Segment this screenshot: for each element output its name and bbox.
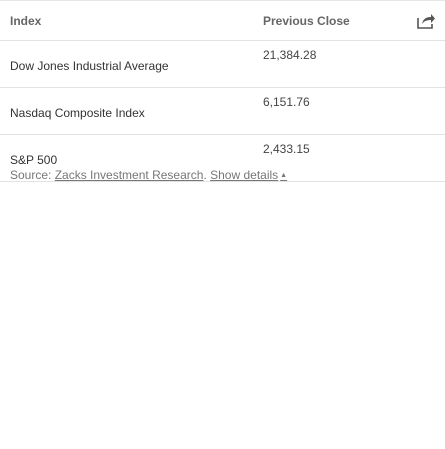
source-separator: . <box>203 168 207 182</box>
source-prefix: Source: <box>10 168 52 182</box>
table-header-row: Index Previous Close <box>0 1 445 41</box>
previous-close-value: 6,151.76 <box>263 87 445 135</box>
previous-close-value: 21,384.28 <box>263 40 445 88</box>
share-icon[interactable] <box>416 12 436 30</box>
show-details-link[interactable]: Show details ▲ <box>210 168 287 182</box>
index-name: Nasdaq Composite Index <box>0 87 263 135</box>
source-link[interactable]: Zacks Investment Research <box>55 168 204 182</box>
market-indices-card: Index Previous Close Dow Jones Industria… <box>0 0 445 449</box>
table-row: Nasdaq Composite Index 6,151.76 <box>0 87 445 135</box>
previous-close-value: 2,433.15 <box>263 134 445 182</box>
index-name: Dow Jones Industrial Average <box>0 40 263 88</box>
show-details-label: Show details <box>210 168 279 182</box>
indices-table: Index Previous Close Dow Jones Industria… <box>0 1 445 182</box>
column-header-index: Index <box>0 1 263 41</box>
caret-up-icon: ▲ <box>280 172 288 179</box>
source-line: Source: Zacks Investment Research. Show … <box>0 168 287 182</box>
table-row: Dow Jones Industrial Average 21,384.28 <box>0 40 445 88</box>
